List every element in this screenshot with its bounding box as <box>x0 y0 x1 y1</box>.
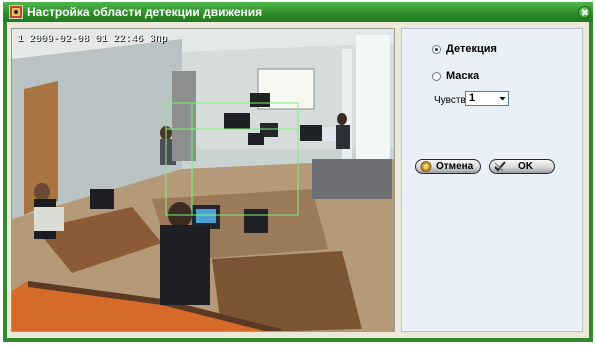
sensitivity-label: Чувств: <box>434 95 469 106</box>
cancel-button[interactable]: Отмена <box>415 159 481 174</box>
app-icon <box>9 5 23 19</box>
radio-mask-label: Маска <box>446 70 480 82</box>
chevron-down-icon <box>499 97 506 101</box>
title-bar[interactable]: Настройка области детекции движения <box>3 2 593 22</box>
dialog-body: 1 2009-02-08 01 22:46 3пр Детекция Маска… <box>7 22 589 338</box>
settings-panel: Детекция Маска Чувств: 1 Отмена OK <box>401 28 583 332</box>
video-timestamp: 1 2009-02-08 01 22:46 3пр <box>17 34 168 45</box>
radio-mask[interactable]: Маска <box>432 70 479 82</box>
cancel-icon <box>420 161 432 172</box>
radio-detection[interactable]: Детекция <box>432 43 497 55</box>
window-title: Настройка области детекции движения <box>27 5 263 19</box>
radio-checked-icon <box>432 44 441 54</box>
motion-detection-window: Настройка области детекции движения 1 20… <box>3 2 593 342</box>
camera-image <box>12 29 394 331</box>
sensitivity-dropdown[interactable]: 1 <box>465 91 509 106</box>
camera-preview[interactable]: 1 2009-02-08 01 22:46 3пр <box>11 28 395 332</box>
radio-detection-label: Детекция <box>446 43 497 55</box>
ok-label: OK <box>518 161 533 172</box>
cancel-label: Отмена <box>436 161 474 172</box>
ok-button[interactable]: OK <box>489 159 555 174</box>
ok-icon <box>494 161 506 172</box>
close-icon[interactable] <box>578 6 591 19</box>
radio-unchecked-icon <box>432 71 441 81</box>
sensitivity-value: 1 <box>469 92 476 104</box>
